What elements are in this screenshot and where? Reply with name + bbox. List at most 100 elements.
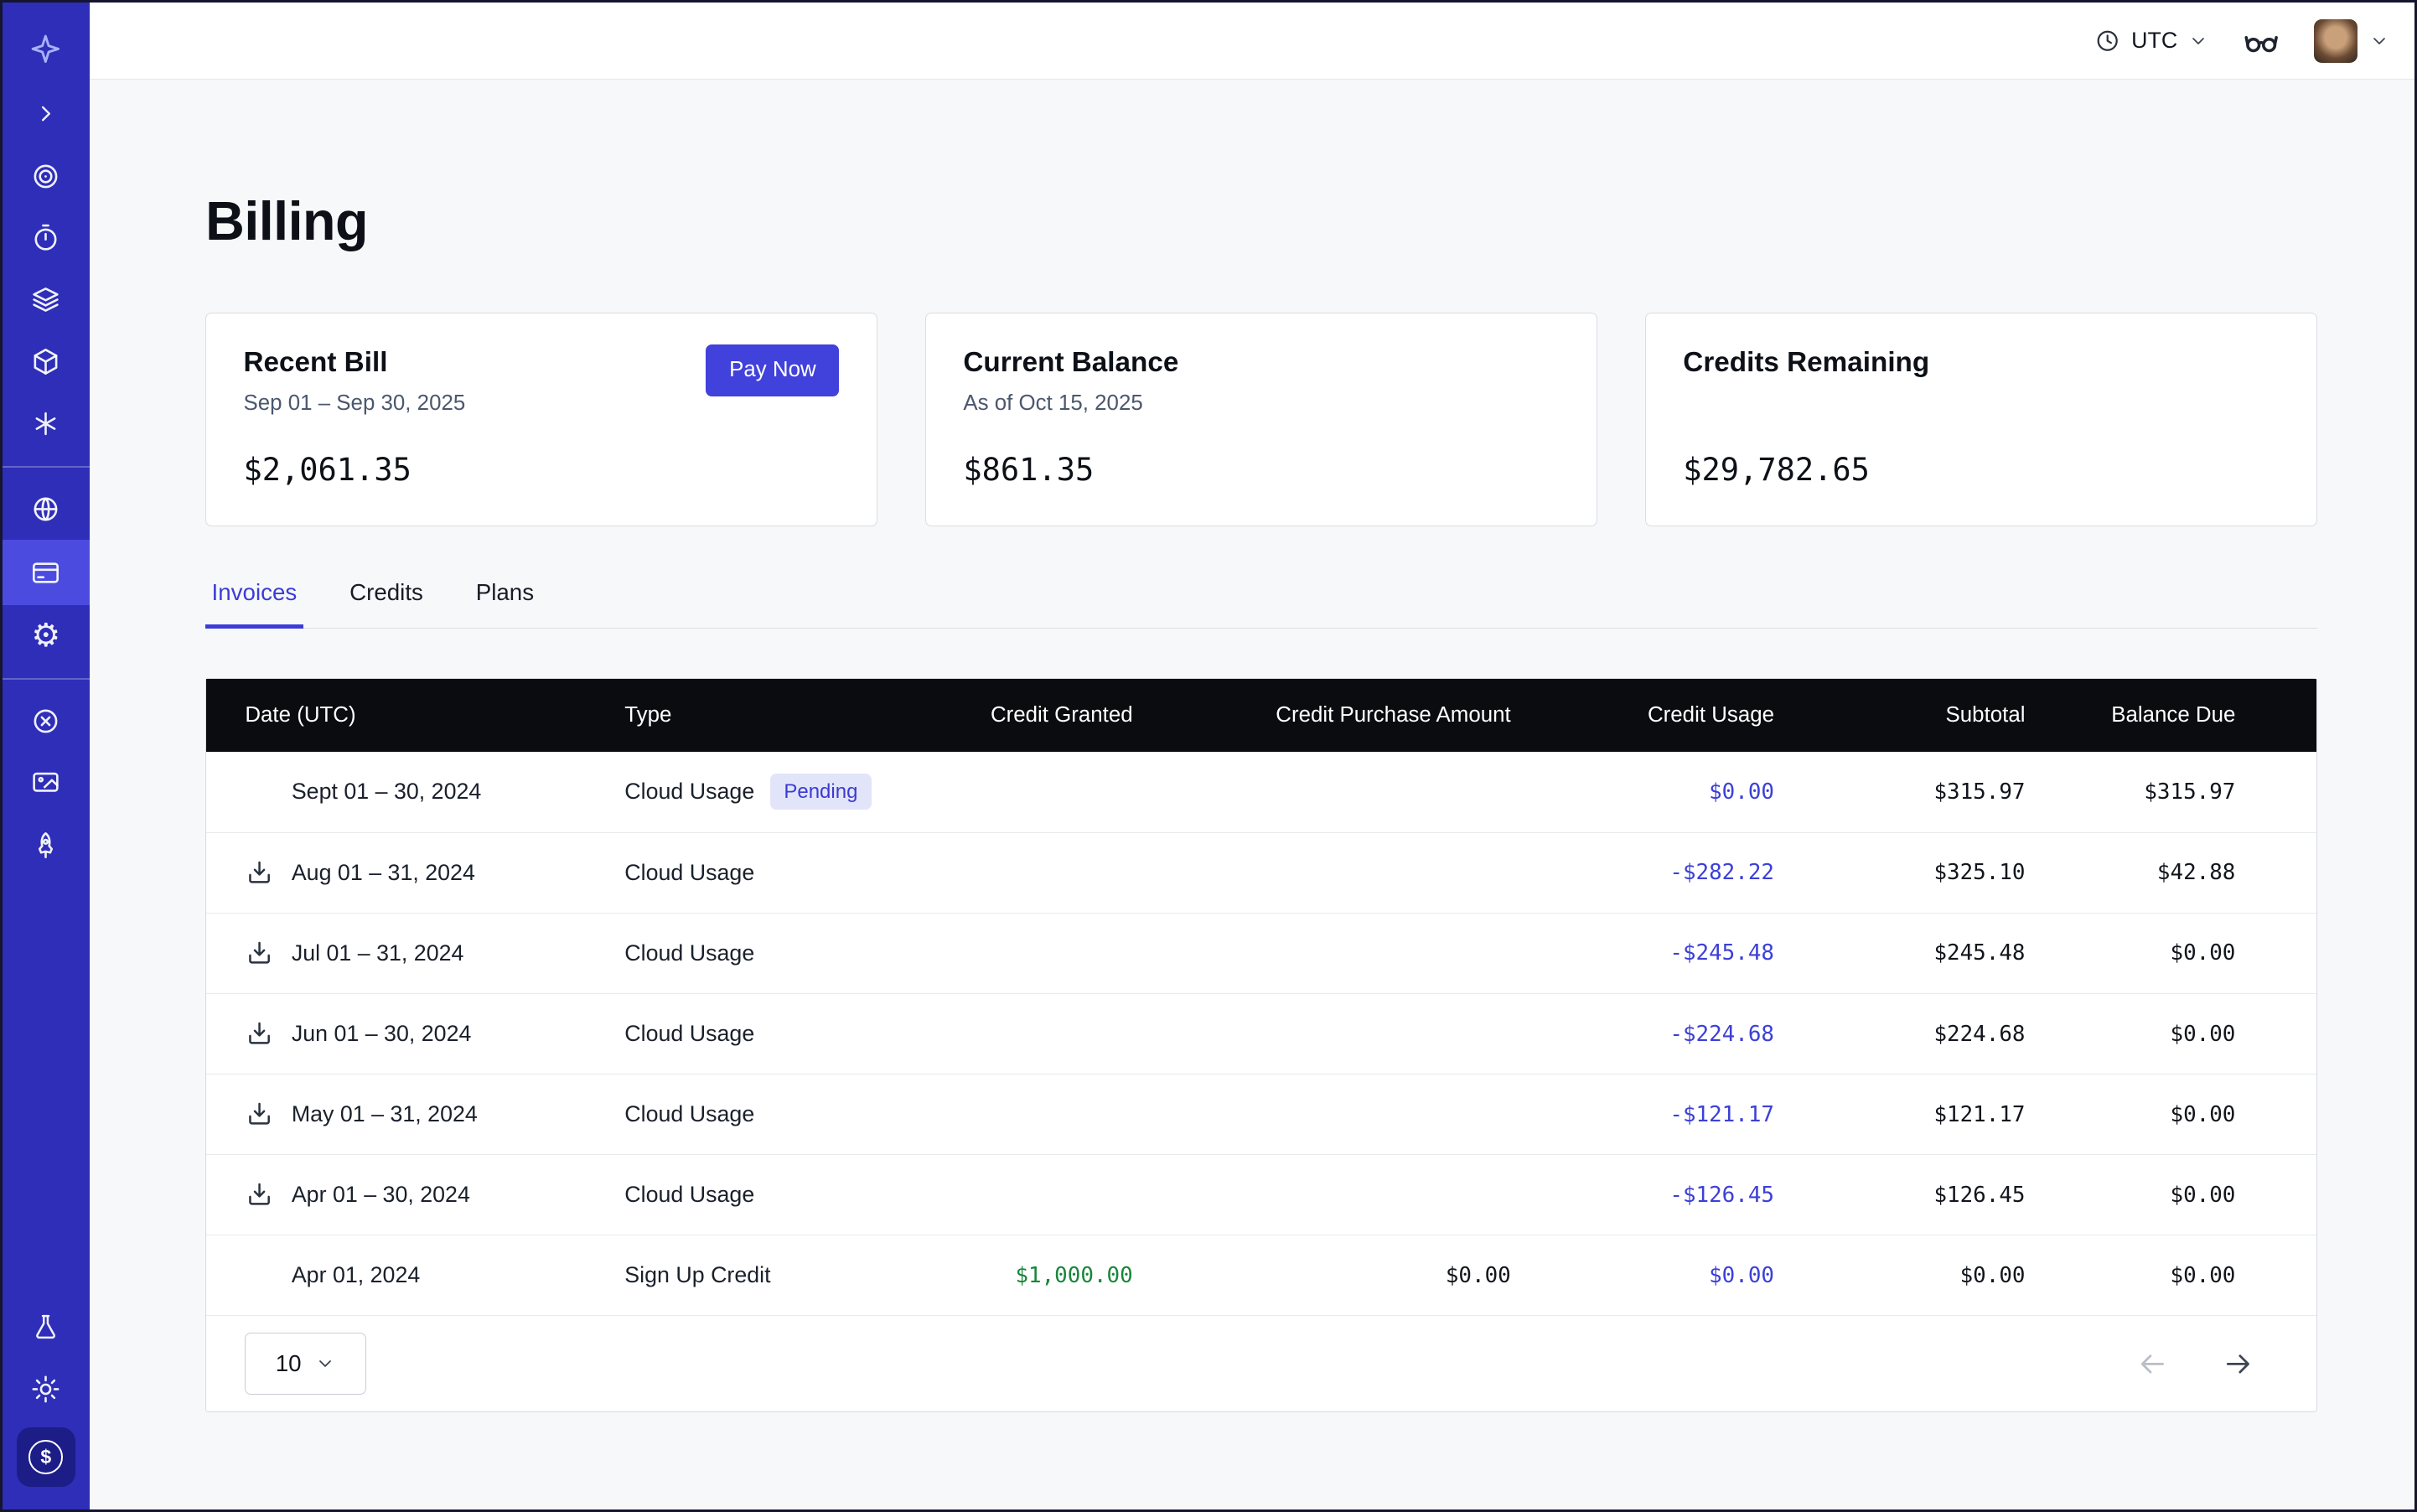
tab-credits[interactable]: Credits bbox=[344, 579, 430, 628]
topbar: UTC bbox=[90, 3, 2414, 80]
sidebar-item-network[interactable] bbox=[3, 478, 90, 540]
credit-usage-value: -$121.17 bbox=[1511, 1102, 1774, 1127]
gear-icon: ⚙ bbox=[31, 620, 60, 653]
subtotal-value: $121.17 bbox=[1774, 1102, 2025, 1127]
glasses-toggle[interactable] bbox=[2243, 23, 2280, 60]
globe-icon bbox=[30, 494, 61, 525]
invoice-table-body: Sept 01 – 30, 2024 Cloud Usage Pending $… bbox=[206, 752, 2316, 1316]
pending-badge: Pending bbox=[770, 774, 872, 810]
balance-due-value: $0.00 bbox=[2025, 1022, 2316, 1047]
page-title: Billing bbox=[205, 189, 2316, 254]
sidebar-item-timers[interactable] bbox=[3, 207, 90, 269]
current-balance-card: Current Balance As of Oct 15, 2025 $861.… bbox=[925, 313, 1597, 526]
invoice-type-cell: Cloud Usage bbox=[624, 860, 965, 886]
table-header-row: Date (UTC) Type Credit Granted Credit Pu… bbox=[206, 679, 2316, 752]
tab-invoices[interactable]: Invoices bbox=[205, 579, 303, 628]
balance-due-value: $0.00 bbox=[2025, 1263, 2316, 1288]
invoice-row: Apr 01, 2024 Sign Up Credit $1,000.00 $0… bbox=[206, 1235, 2316, 1315]
sidebar-item-labs[interactable] bbox=[3, 1296, 90, 1358]
balance-due-value: $0.00 bbox=[2025, 940, 2316, 966]
current-balance-amount: $861.35 bbox=[963, 452, 1559, 488]
sidebar-item-credits[interactable]: $ bbox=[3, 1420, 90, 1494]
recent-bill-amount: $2,061.35 bbox=[244, 452, 840, 488]
credit-card-icon bbox=[30, 557, 61, 588]
invoice-date: Jul 01 – 31, 2024 bbox=[292, 940, 464, 966]
display-icon bbox=[30, 768, 61, 799]
timezone-label: UTC bbox=[2131, 28, 2177, 54]
credit-granted-value: $1,000.00 bbox=[965, 1263, 1133, 1288]
subtotal-value: $245.48 bbox=[1774, 940, 2025, 966]
subtotal-value: $126.45 bbox=[1774, 1183, 2025, 1208]
tab-plans[interactable]: Plans bbox=[469, 579, 540, 628]
col-credit-granted: Credit Granted bbox=[965, 703, 1133, 728]
sidebar-item-theme[interactable] bbox=[3, 1358, 90, 1420]
balance-due-value: $42.88 bbox=[2025, 860, 2316, 885]
sidebar-item-billing[interactable] bbox=[3, 540, 90, 605]
content: Billing Recent Bill Sep 01 – Sep 30, 202… bbox=[90, 80, 2414, 1509]
layers-icon bbox=[30, 284, 61, 315]
invoice-type-cell: Cloud Usage bbox=[624, 940, 965, 966]
invoice-date-cell: Apr 01 – 30, 2024 bbox=[206, 1180, 624, 1209]
download-invoice-button[interactable] bbox=[245, 858, 291, 888]
sidebar-item-layers[interactable] bbox=[3, 269, 90, 331]
sidebar-divider bbox=[3, 678, 90, 680]
sidebar-item-console[interactable] bbox=[3, 753, 90, 815]
download-invoice-button[interactable] bbox=[245, 1180, 291, 1209]
billing-tabs: Invoices Credits Plans bbox=[205, 579, 2316, 629]
sidebar-item-launch[interactable] bbox=[3, 815, 90, 877]
invoice-date: Apr 01 – 30, 2024 bbox=[292, 1182, 470, 1208]
invoice-type: Cloud Usage bbox=[624, 940, 754, 966]
prev-page-button[interactable] bbox=[2136, 1348, 2169, 1380]
credit-usage-value: -$245.48 bbox=[1511, 940, 1774, 966]
invoice-row: Jul 01 – 31, 2024 Cloud Usage -$245.48 $… bbox=[206, 913, 2316, 993]
radar-icon bbox=[30, 161, 61, 192]
sun-icon bbox=[30, 1374, 61, 1405]
sidebar-item-services[interactable] bbox=[3, 393, 90, 455]
invoice-date: Sept 01 – 30, 2024 bbox=[292, 779, 481, 805]
invoice-date-cell: Jun 01 – 30, 2024 bbox=[206, 1019, 624, 1049]
invoice-type: Cloud Usage bbox=[624, 860, 754, 886]
balance-due-value: $0.00 bbox=[2025, 1183, 2316, 1208]
summary-cards: Recent Bill Sep 01 – Sep 30, 2025 $2,061… bbox=[205, 313, 2316, 526]
pay-now-button[interactable]: Pay Now bbox=[706, 344, 839, 396]
table-footer: 10 bbox=[206, 1315, 2316, 1411]
download-invoice-button[interactable] bbox=[245, 939, 291, 968]
user-menu[interactable] bbox=[2314, 19, 2390, 63]
sidebar-item-radar[interactable] bbox=[3, 145, 90, 207]
invoice-date-cell: Sept 01 – 30, 2024 bbox=[206, 777, 624, 806]
invoice-date-cell: Apr 01, 2024 bbox=[206, 1261, 624, 1290]
balance-due-value: $0.00 bbox=[2025, 1102, 2316, 1127]
col-credit-purchase: Credit Purchase Amount bbox=[1133, 703, 1511, 728]
page-size-select[interactable]: 10 bbox=[245, 1333, 365, 1395]
sidebar-item-packages[interactable] bbox=[3, 331, 90, 393]
card-subtitle: As of Oct 15, 2025 bbox=[963, 391, 1559, 416]
subtotal-value: $315.97 bbox=[1774, 779, 2025, 805]
circle-x-icon bbox=[30, 706, 61, 737]
subtotal-value: $224.68 bbox=[1774, 1022, 2025, 1047]
download-invoice-button[interactable] bbox=[245, 1100, 291, 1129]
sidebar-item-logo[interactable] bbox=[3, 15, 90, 83]
invoice-type-cell: Cloud Usage bbox=[624, 1101, 965, 1127]
invoice-date-cell: May 01 – 31, 2024 bbox=[206, 1100, 624, 1129]
invoice-row: Sept 01 – 30, 2024 Cloud Usage Pending $… bbox=[206, 752, 2316, 832]
clock-icon bbox=[2094, 28, 2120, 54]
chevron-down-icon bbox=[2369, 31, 2389, 51]
invoice-row: Apr 01 – 30, 2024 Cloud Usage -$126.45 $… bbox=[206, 1154, 2316, 1235]
timezone-selector[interactable]: UTC bbox=[2094, 28, 2208, 54]
balance-due-value: $315.97 bbox=[2025, 779, 2316, 805]
next-page-button[interactable] bbox=[2222, 1348, 2254, 1380]
sidebar-item-support[interactable] bbox=[3, 691, 90, 753]
credit-usage-value: $0.00 bbox=[1511, 779, 1774, 805]
avatar bbox=[2314, 19, 2357, 63]
sidebar-item-settings[interactable]: ⚙ bbox=[3, 605, 90, 667]
sidebar-divider bbox=[3, 466, 90, 468]
credits-remaining-amount: $29,782.65 bbox=[1683, 452, 2279, 488]
rocket-icon bbox=[30, 830, 61, 861]
invoice-date: Apr 01, 2024 bbox=[292, 1262, 420, 1288]
invoice-type: Cloud Usage bbox=[624, 1182, 754, 1208]
download-invoice-button[interactable] bbox=[245, 1019, 291, 1049]
invoice-type-cell: Sign Up Credit bbox=[624, 1262, 965, 1288]
invoice-type: Cloud Usage bbox=[624, 779, 754, 805]
sidebar-item-collapse[interactable] bbox=[3, 83, 90, 145]
card-title: Current Balance bbox=[963, 347, 1559, 379]
